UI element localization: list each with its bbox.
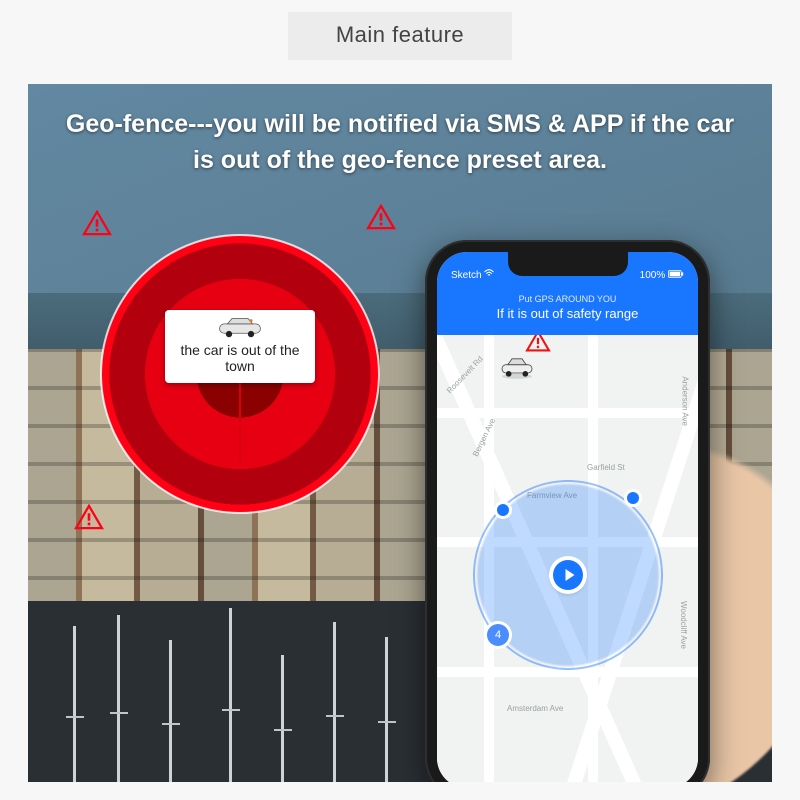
car-icon: [497, 356, 537, 380]
phone-map[interactable]: Roosevelt Rd Bergen Ave Farmview Ave Gar…: [437, 324, 698, 782]
feature-panel: Geo-fence---you will be notified via SMS…: [28, 84, 772, 782]
radar-callout-text: the car is out of the town: [180, 342, 299, 375]
street-label: Amsterdam Ave: [507, 704, 563, 713]
phone-notch: [508, 252, 628, 276]
statusbar-right: 100%: [640, 270, 684, 281]
street-label: Garfield St: [587, 463, 625, 472]
phone-mockup: Sketch 100% Put GPS AROUND YOU If it is …: [425, 240, 710, 782]
statusbar-left: Sketch: [451, 269, 494, 281]
header: Main feature: [0, 0, 800, 60]
battery-icon: [668, 270, 684, 278]
map-point-icon[interactable]: [497, 504, 509, 516]
app-header-title: If it is out of safety range: [497, 306, 639, 321]
wifi-icon: [484, 269, 494, 277]
feature-headline: Geo-fence---you will be notified via SMS…: [28, 106, 772, 179]
warning-icon: [366, 204, 396, 230]
app-header: Put GPS AROUND YOU If it is out of safet…: [437, 284, 698, 335]
car-icon: [216, 316, 264, 338]
section-title: Main feature: [288, 12, 512, 60]
street-label: Anderson Ave: [681, 376, 690, 426]
street-label: Woodcliff Ave: [679, 601, 688, 649]
map-center-button[interactable]: [553, 560, 583, 590]
app-header-subtitle: Put GPS AROUND YOU: [445, 294, 690, 304]
phone-screen: Sketch 100% Put GPS AROUND YOU If it is …: [437, 252, 698, 782]
map-point-icon[interactable]: [627, 492, 639, 504]
geo-fence-radar: the car is out of the town: [100, 234, 380, 514]
warning-icon: [82, 210, 112, 236]
radar-callout: the car is out of the town: [165, 310, 315, 384]
warning-icon: [74, 504, 104, 530]
map-cluster-badge[interactable]: 4: [487, 624, 509, 646]
